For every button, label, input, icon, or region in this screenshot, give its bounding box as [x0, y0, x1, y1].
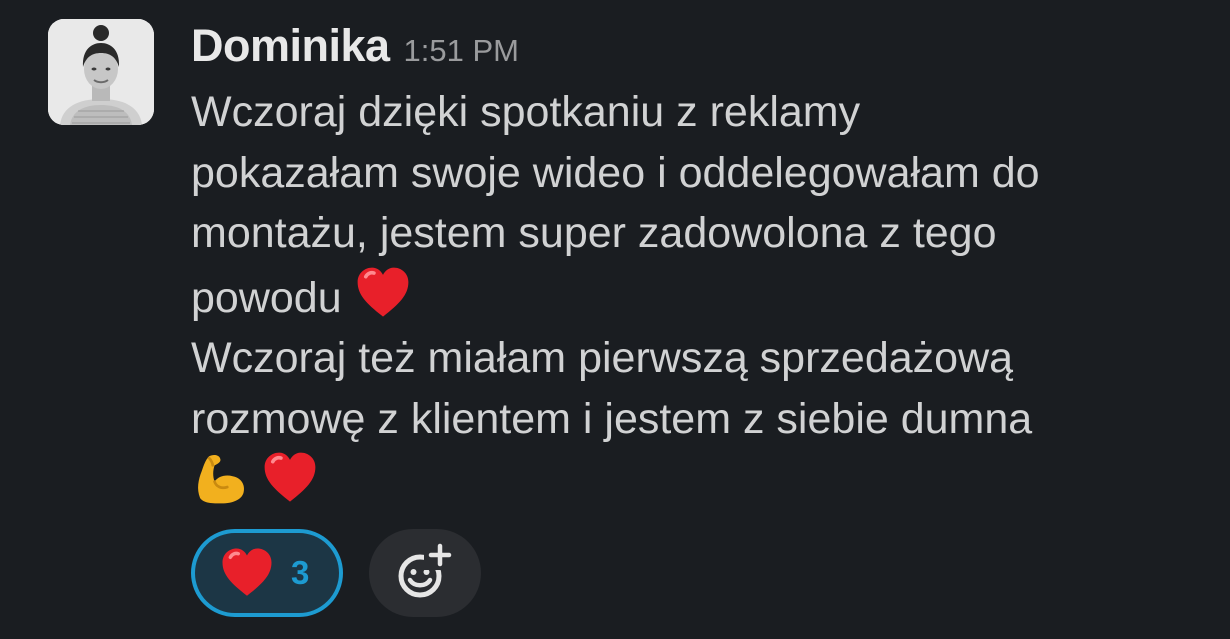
message-header: Dominika 1:51 PM: [191, 20, 1201, 82]
reactions-bar: 3: [191, 529, 481, 617]
message-body: Wczoraj dzięki spotkaniu z reklamy pokaz…: [191, 82, 1201, 514]
flexed-biceps-emoji: [191, 449, 249, 507]
message-emoji-line: [191, 449, 1201, 514]
heart-emoji: [354, 264, 412, 322]
add-reaction-icon: [398, 542, 452, 598]
heart-emoji: [219, 545, 275, 601]
message-paragraph-1: Wczoraj dzięki spotkaniu z reklamy pokaz…: [191, 82, 1201, 328]
message-paragraph-2: Wczoraj też miałam pierwszą sprzedażową …: [191, 328, 1201, 449]
timestamp[interactable]: 1:51 PM: [404, 33, 519, 69]
message-paragraph-1-text: Wczoraj dzięki spotkaniu z reklamy pokaz…: [191, 88, 1040, 322]
message-content: Dominika 1:51 PM Wczoraj dzięki spotkani…: [191, 20, 1201, 514]
author-name[interactable]: Dominika: [191, 20, 390, 72]
message-paragraph-2-text: Wczoraj też miałam pierwszą sprzedażową …: [191, 334, 1033, 443]
message: Dominika 1:51 PM Wczoraj dzięki spotkani…: [0, 0, 1230, 639]
reaction-count: 3: [291, 554, 310, 591]
reaction-heart-button[interactable]: 3: [191, 529, 343, 617]
avatar-photo: [48, 19, 154, 125]
heart-emoji: [261, 449, 319, 507]
add-reaction-button[interactable]: [369, 529, 481, 617]
avatar[interactable]: [48, 19, 154, 125]
